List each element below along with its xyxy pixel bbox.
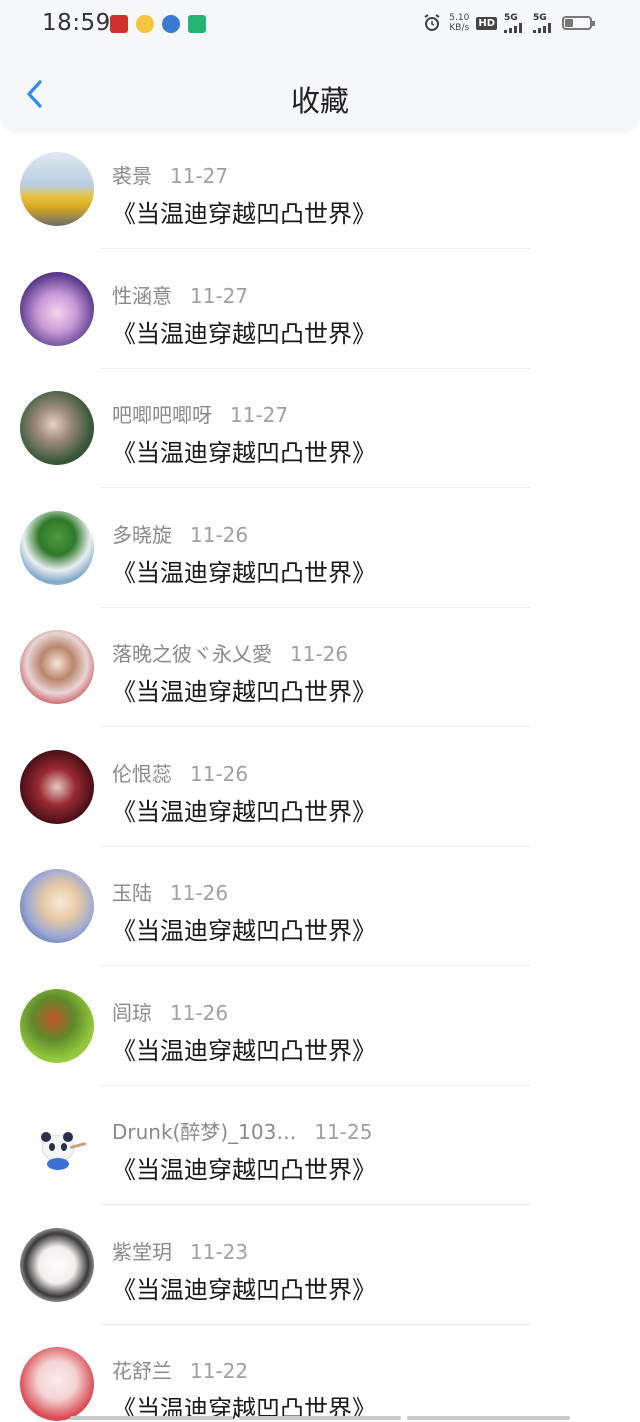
favorite-item[interactable]: Drunk(醉梦)_103… 11-25 《当温迪穿越凹凸世界》 <box>0 1088 640 1208</box>
status-bar: 18:59 5.10 KB/s HD 5G 5G <box>0 0 640 52</box>
author-name[interactable]: 玉陆 <box>112 877 152 906</box>
system-icons: 5.10 KB/s HD 5G 5G <box>422 12 595 33</box>
signal-icon <box>504 22 522 33</box>
divider <box>100 248 530 249</box>
work-title[interactable]: 《当温迪穿越凹凸世界》 <box>112 194 376 229</box>
notification-icons <box>110 15 206 33</box>
favorite-date: 11-27 <box>190 283 249 308</box>
favorite-date: 11-26 <box>190 761 249 786</box>
divider <box>100 1323 530 1325</box>
hd-badge: HD <box>476 16 497 30</box>
avatar[interactable] <box>20 271 94 346</box>
speed-unit: KB/s <box>449 23 470 33</box>
author-name[interactable]: 多晓旋 <box>112 519 172 548</box>
signal-icon <box>533 22 551 33</box>
nav-bar: 收藏 <box>0 52 640 132</box>
divider <box>100 367 530 369</box>
favorite-item[interactable]: 紫堂玥 11-23 《当温迪穿越凹凸世界》 <box>0 1208 640 1328</box>
favorite-date: 11-23 <box>190 1239 249 1264</box>
avatar[interactable] <box>20 1108 94 1182</box>
favorite-date: 11-22 <box>190 1359 249 1383</box>
avatar[interactable] <box>20 630 94 704</box>
favorite-date: 11-26 <box>170 1000 229 1025</box>
network-speed: 5.10 KB/s <box>449 13 469 33</box>
avatar[interactable] <box>20 1227 94 1302</box>
author-name[interactable]: 花舒兰 <box>112 1355 172 1384</box>
favorite-item[interactable]: 吧唧吧唧呀 11-27 《当温迪穿越凹凸世界》 <box>0 371 640 491</box>
sim2-network-label: 5G <box>533 12 547 23</box>
avatar[interactable] <box>20 869 94 943</box>
divider <box>100 487 530 488</box>
favorite-item[interactable]: 伦恨蕊 11-26 《当温迪穿越凹凸世界》 <box>0 730 640 850</box>
favorite-item[interactable]: 落晚之彼ヾ永乂愛 11-26 《当温迪穿越凹凸世界》 <box>0 610 640 730</box>
work-title[interactable]: 《当温迪穿越凹凸世界》 <box>112 792 376 827</box>
author-name[interactable]: 落晚之彼ヾ永乂愛 <box>112 638 272 667</box>
author-name[interactable]: 紫堂玥 <box>112 1236 172 1265</box>
paw-app-icon <box>162 15 180 33</box>
page-title: 收藏 <box>290 84 349 118</box>
work-title[interactable]: 《当温迪穿越凹凸世界》 <box>112 1150 376 1185</box>
sim1-signal: 5G <box>504 12 526 33</box>
battery-icon <box>562 16 595 30</box>
divider <box>100 1204 530 1205</box>
avatar[interactable] <box>20 391 94 465</box>
favorite-item[interactable]: 多晓旋 11-26 《当温迪穿越凹凸世界》 <box>0 491 640 611</box>
author-name[interactable]: 性涵意 <box>112 280 172 309</box>
author-name[interactable]: Drunk(醉梦)_103… <box>112 1116 296 1145</box>
favorite-date: 11-25 <box>314 1120 373 1144</box>
divider <box>100 606 530 608</box>
bank-app-icon <box>110 15 128 33</box>
avatar[interactable] <box>20 1347 94 1421</box>
author-name[interactable]: 闾琼 <box>112 997 152 1026</box>
status-time: 18:59 <box>42 10 111 36</box>
avatar[interactable] <box>20 749 94 824</box>
author-name[interactable]: 伦恨蕊 <box>112 758 172 787</box>
green-app-icon <box>188 15 206 33</box>
divider <box>100 845 530 847</box>
favorite-item[interactable]: 玉陆 11-26 《当温迪穿越凹凸世界》 <box>0 849 640 969</box>
speed-value: 5.10 <box>449 13 470 23</box>
work-title[interactable]: 《当温迪穿越凹凸世界》 <box>112 1031 376 1066</box>
favorite-date: 11-27 <box>230 403 289 427</box>
favorite-item[interactable]: 性涵意 11-27 《当温迪穿越凹凸世界》 <box>0 252 640 372</box>
work-title[interactable]: 《当温迪穿越凹凸世界》 <box>112 1270 376 1305</box>
avatar[interactable] <box>20 152 94 226</box>
favorite-date: 11-26 <box>190 522 249 547</box>
favorite-item[interactable]: 裘景 11-27 《当温迪穿越凹凸世界》 <box>0 132 640 252</box>
work-title[interactable]: 《当温迪穿越凹凸世界》 <box>112 553 376 588</box>
cartoon-app-icon <box>136 15 154 33</box>
author-name[interactable]: 裘景 <box>112 160 152 189</box>
sim2-signal: 5G <box>533 12 555 33</box>
favorite-date: 11-27 <box>170 164 229 188</box>
author-name[interactable]: 吧唧吧唧呀 <box>112 399 212 428</box>
work-title[interactable]: 《当温迪穿越凹凸世界》 <box>112 314 376 349</box>
divider <box>100 965 530 966</box>
divider <box>100 726 530 727</box>
favorites-list: 裘景 11-27 《当温迪穿越凹凸世界》 性涵意 11-27 《当温迪穿越凹凸世… <box>0 132 640 1422</box>
favorite-date: 11-26 <box>170 881 229 905</box>
scroll-indicator <box>70 1416 571 1420</box>
sim1-network-label: 5G <box>504 12 518 23</box>
favorite-date: 11-26 <box>290 642 349 666</box>
alarm-icon <box>424 14 440 31</box>
favorite-item[interactable]: 闾琼 11-26 《当温迪穿越凹凸世界》 <box>0 969 640 1089</box>
work-title[interactable]: 《当温迪穿越凹凸世界》 <box>112 672 376 707</box>
avatar[interactable] <box>20 988 94 1063</box>
divider <box>100 1084 530 1086</box>
avatar[interactable] <box>20 510 94 585</box>
work-title[interactable]: 《当温迪穿越凹凸世界》 <box>112 911 376 946</box>
panda-icon <box>41 1132 87 1170</box>
work-title[interactable]: 《当温迪穿越凹凸世界》 <box>112 433 376 468</box>
favorite-item[interactable]: 花舒兰 11-22 《当温迪穿越凹凸世界》 <box>0 1327 640 1422</box>
